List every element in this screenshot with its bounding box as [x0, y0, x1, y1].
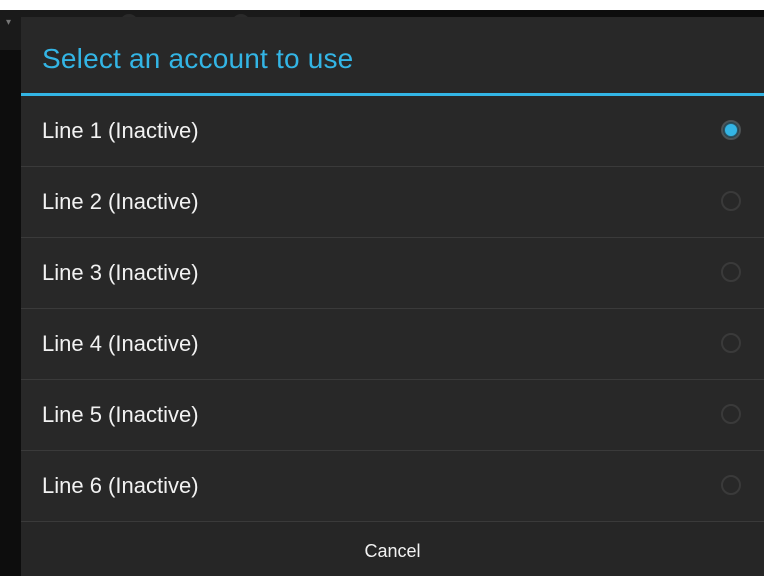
list-item-line-5[interactable]: Line 5 (Inactive)	[21, 380, 764, 451]
list-item-line-6[interactable]: Line 6 (Inactive)	[21, 451, 764, 522]
account-select-dialog: Select an account to use Line 1 (Inactiv…	[21, 17, 764, 576]
dialog-button-bar: Cancel	[21, 522, 764, 576]
list-item-line-2[interactable]: Line 2 (Inactive)	[21, 167, 764, 238]
list-item-line-1[interactable]: Line 1 (Inactive)	[21, 96, 764, 167]
dialog-title: Select an account to use	[42, 43, 354, 74]
list-item-label: Line 4 (Inactive)	[42, 331, 199, 356]
list-item-line-3[interactable]: Line 3 (Inactive)	[21, 238, 764, 309]
radio-button[interactable]	[721, 475, 741, 495]
radio-selected-dot	[725, 124, 737, 136]
list-item-label: Line 2 (Inactive)	[42, 189, 199, 214]
radio-button[interactable]	[721, 120, 741, 140]
radio-button[interactable]	[721, 262, 741, 282]
screen: ▾ Select an account to use Line 1 (Inact…	[0, 0, 764, 576]
chevron-down-icon: ▾	[6, 17, 12, 28]
list-item-label: Line 3 (Inactive)	[42, 260, 199, 285]
account-list: Line 1 (Inactive) Line 2 (Inactive) Line…	[21, 96, 764, 522]
radio-button[interactable]	[721, 404, 741, 424]
radio-button[interactable]	[721, 191, 741, 211]
radio-button[interactable]	[721, 333, 741, 353]
list-item-label: Line 6 (Inactive)	[42, 473, 199, 498]
list-item-label: Line 1 (Inactive)	[42, 118, 199, 143]
list-item-label: Line 5 (Inactive)	[42, 402, 199, 427]
list-item-line-4[interactable]: Line 4 (Inactive)	[21, 309, 764, 380]
cancel-button[interactable]: Cancel	[21, 522, 764, 576]
